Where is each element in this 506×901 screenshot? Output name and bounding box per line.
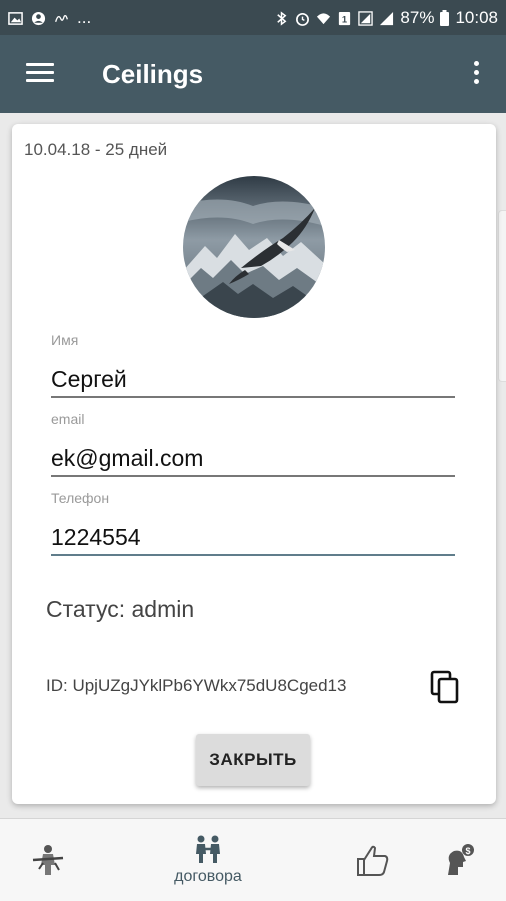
user-id-text: ID: UpjUZgJYklPb6YWkx75dU8Cged13 [46, 676, 347, 695]
email-field[interactable] [51, 441, 455, 477]
handwriting-icon [55, 14, 68, 22]
side-scroll-handle[interactable] [498, 210, 506, 382]
phone-label: Телефон [51, 490, 110, 506]
cell-signal-icon [380, 11, 394, 25]
contract-people-icon [196, 835, 220, 863]
status-bar-more-text: ... [77, 8, 92, 27]
app-bar: Ceilings [0, 35, 506, 113]
status-bar-left: ... [8, 8, 91, 28]
svg-text:1: 1 [342, 14, 347, 24]
status-bar-right: 1 87% 10:08 [274, 8, 498, 28]
wifi-icon [317, 12, 331, 24]
nav-item-finance[interactable]: $ [440, 819, 478, 901]
signal-box-icon [358, 10, 374, 26]
status-text: Статус: admin [46, 596, 195, 622]
copy-icon[interactable] [430, 670, 460, 704]
bluetooth-icon [277, 10, 287, 26]
avatar[interactable] [183, 176, 325, 318]
phone-field[interactable] [51, 520, 455, 556]
status-bar: ... 1 87% 10:08 [0, 0, 506, 35]
alarm-icon [296, 12, 310, 26]
battery-icon [440, 10, 450, 26]
battery-percent: 87% [400, 8, 435, 27]
worker-with-tool-icon [32, 845, 64, 875]
nav-item-contracts[interactable]: договора [160, 819, 256, 901]
clock-time: 10:08 [455, 8, 498, 27]
thumbs-up-icon [357, 845, 389, 876]
hamburger-icon[interactable] [26, 63, 54, 83]
bottom-navigation: договора $ [0, 818, 506, 901]
eagle-over-mountains-image [183, 176, 325, 318]
nav-item-likes[interactable] [352, 819, 392, 901]
close-button[interactable]: ЗАКРЫТЬ [196, 734, 310, 786]
more-vert-icon[interactable] [474, 61, 480, 87]
svg-text:$: $ [465, 846, 470, 856]
name-label: Имя [51, 332, 79, 348]
image-icon [8, 11, 23, 25]
nav-item-contracts-label: договора [174, 868, 242, 885]
email-label: email [51, 411, 85, 427]
profile-card: 10.04.18 - 25 дней Имя email Телефон Ста… [12, 124, 496, 804]
app-title: Ceilings [102, 59, 204, 89]
date-text: 10.04.18 - 25 дней [24, 140, 168, 159]
nav-item-workers[interactable] [26, 819, 70, 901]
name-field[interactable] [51, 362, 455, 398]
head-dollar-icon: $ [448, 844, 474, 875]
sim-1-icon: 1 [339, 11, 351, 25]
account-circle-icon [31, 11, 46, 25]
